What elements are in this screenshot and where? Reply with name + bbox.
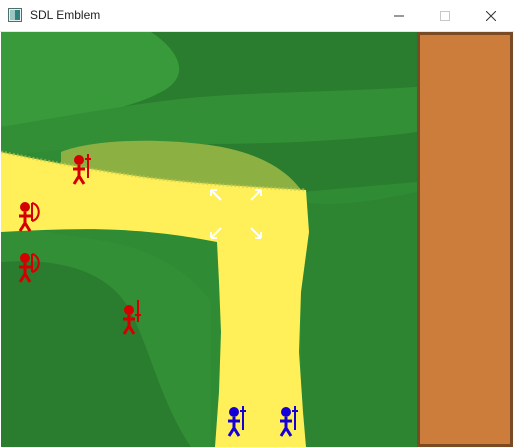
- unit-head: [74, 155, 84, 165]
- maximize-button[interactable]: [422, 0, 468, 31]
- dark-hill-right: [301, 192, 417, 447]
- close-button[interactable]: [468, 0, 514, 31]
- unit-head: [20, 253, 30, 263]
- battle-map[interactable]: [1, 32, 417, 447]
- window-app-icon: [8, 8, 22, 22]
- unit-head: [229, 407, 239, 417]
- minimize-icon: [394, 15, 404, 16]
- game-viewport[interactable]: [1, 32, 513, 447]
- unit-head: [281, 407, 291, 417]
- minimize-button[interactable]: [376, 0, 422, 31]
- window-title: SDL Emblem: [30, 8, 101, 22]
- app-window: SDL Emblem: [0, 0, 514, 448]
- unit-head: [124, 305, 134, 315]
- close-icon: [486, 10, 496, 21]
- side-panel: [417, 32, 513, 447]
- unit-head: [20, 202, 30, 212]
- title-bar[interactable]: SDL Emblem: [0, 0, 514, 32]
- maximize-icon: [440, 10, 450, 21]
